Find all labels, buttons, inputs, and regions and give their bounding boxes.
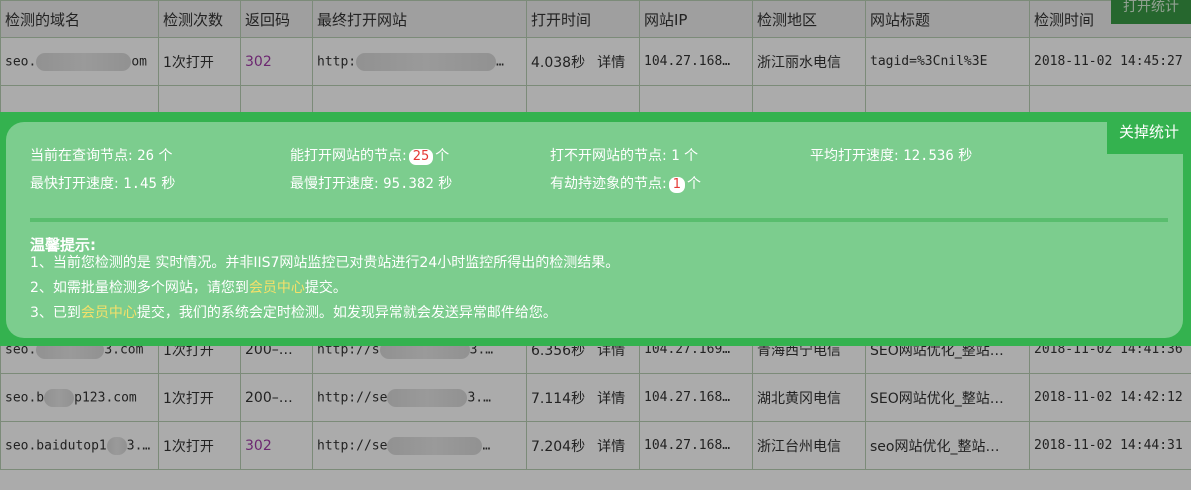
tip-line-1: 1、当前您检测的是 实时情况。并非IIS7网站监控已对贵站进行24小时监控所得出… <box>30 255 620 271</box>
tip-line-3: 3、已到会员中心提交，我们的系统会定时检测。如发现异常就会发送异常邮件给您。 <box>30 305 557 321</box>
stat-fastest: 最快打开速度: 1.45 秒 <box>30 176 176 192</box>
stat-avg-speed: 平均打开速度: 12.536 秒 <box>810 148 973 164</box>
tip-line-2: 2、如需批量检测多个网站，请您到会员中心提交。 <box>30 280 347 296</box>
stat-failed: 打不开网站的节点: 1 个 <box>550 148 699 164</box>
openable-count-badge[interactable]: 25 <box>408 149 434 165</box>
stat-openable: 能打开网站的节点: 25 个 <box>290 148 450 165</box>
member-center-link[interactable]: 会员中心 <box>81 305 137 321</box>
stats-popup: 当前在查询节点: 26 个 能打开网站的节点: 25 个 打不开网站的节点: 1 个… <box>0 112 1191 346</box>
stat-hijack: 有劫持迹象的节点: 1 个 <box>550 176 701 193</box>
stat-slowest: 最慢打开速度: 95.382 秒 <box>290 176 453 192</box>
stats-panel: 当前在查询节点: 26 个 能打开网站的节点: 25 个 打不开网站的节点: 1 个… <box>6 122 1183 338</box>
stat-querying: 当前在查询节点: 26 个 <box>30 148 173 164</box>
close-stats-button[interactable]: 关掉统计 <box>1107 112 1191 154</box>
divider <box>30 218 1168 222</box>
hijack-count-badge[interactable]: 1 <box>668 177 685 193</box>
member-center-link[interactable]: 会员中心 <box>249 280 305 296</box>
